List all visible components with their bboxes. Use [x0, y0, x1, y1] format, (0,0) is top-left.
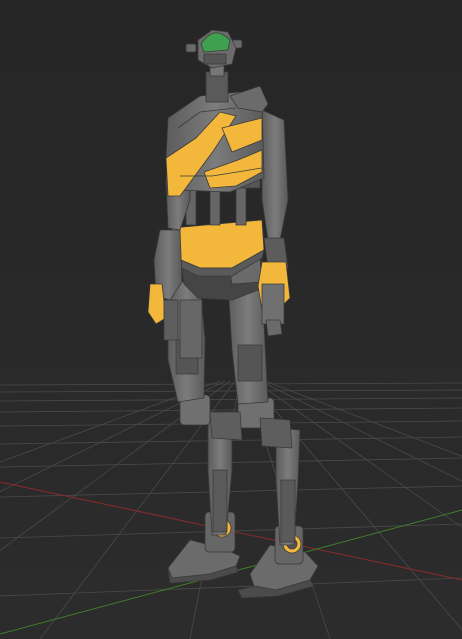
3d-viewport[interactable]: [0, 0, 462, 639]
viewport-canvas[interactable]: [0, 0, 462, 639]
